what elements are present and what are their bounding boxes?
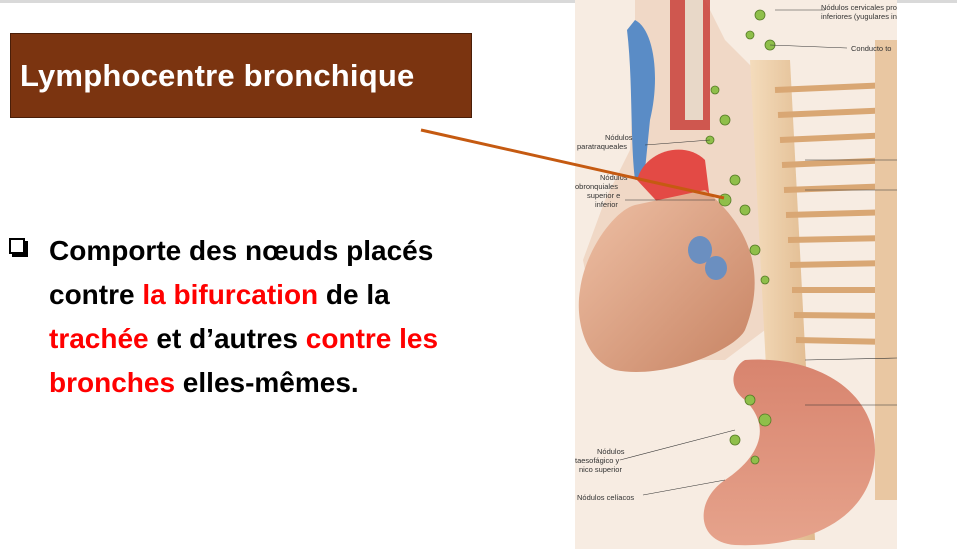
label-bronquiales-3: superior e — [587, 191, 620, 200]
text-run: Comporte des nœuds placés — [49, 235, 434, 266]
bullet-line-4: bronches elles-mêmes. — [49, 361, 519, 405]
label-bronquiales-4: inferior — [595, 200, 618, 209]
slide-title: Lymphocentre bronchique — [20, 57, 415, 93]
title-banner: Lymphocentre bronchique — [10, 33, 472, 118]
bullet-line-2: contre la bifurcation de la — [49, 273, 519, 317]
label-celiacos: Nódulos celíacos — [577, 493, 634, 502]
text-run: contre — [49, 279, 143, 310]
label-paratraqueales: Nódulos — [605, 133, 633, 142]
bullet-text: Comporte des nœuds placés contre la bifu… — [49, 229, 519, 405]
highlight-bifurcation: la bifurcation — [142, 279, 319, 310]
highlight-bronches: bronches — [49, 367, 176, 398]
checkbox-square-icon — [9, 238, 25, 254]
label-bronquiales: Nódulos — [600, 173, 628, 182]
label-paratraqueales-2: paratraqueales — [577, 142, 627, 151]
label-esofagico-2: taesofágico y — [575, 456, 619, 465]
bullet-line-3: trachée et d’autres contre les — [49, 317, 519, 361]
label-esofagico-3: nico superior — [579, 465, 622, 474]
label-nodulos-cervicales: Nódulos cervicales pro — [821, 3, 897, 12]
highlight-trachee: trachée — [49, 323, 149, 354]
text-run: elles-mêmes. — [175, 367, 359, 398]
label-esofagico: Nódulos — [597, 447, 625, 456]
label-conducto: Conducto to — [851, 44, 891, 53]
text-run: et d’autres — [148, 323, 306, 354]
vessel-section — [705, 256, 727, 280]
anatomical-illustration: Nódulos cervicales pro inferiores (yugul… — [575, 0, 897, 549]
label-bronquiales-2: obronquiales — [575, 182, 618, 191]
bullet-line-1: Comporte des nœuds placés — [49, 229, 519, 273]
trachea-shape — [685, 0, 703, 120]
label-nodulos-cervicales-2: inferiores (yugulares in — [821, 12, 897, 21]
highlight-contre-les: contre les — [305, 323, 439, 354]
text-run: de la — [318, 279, 390, 310]
